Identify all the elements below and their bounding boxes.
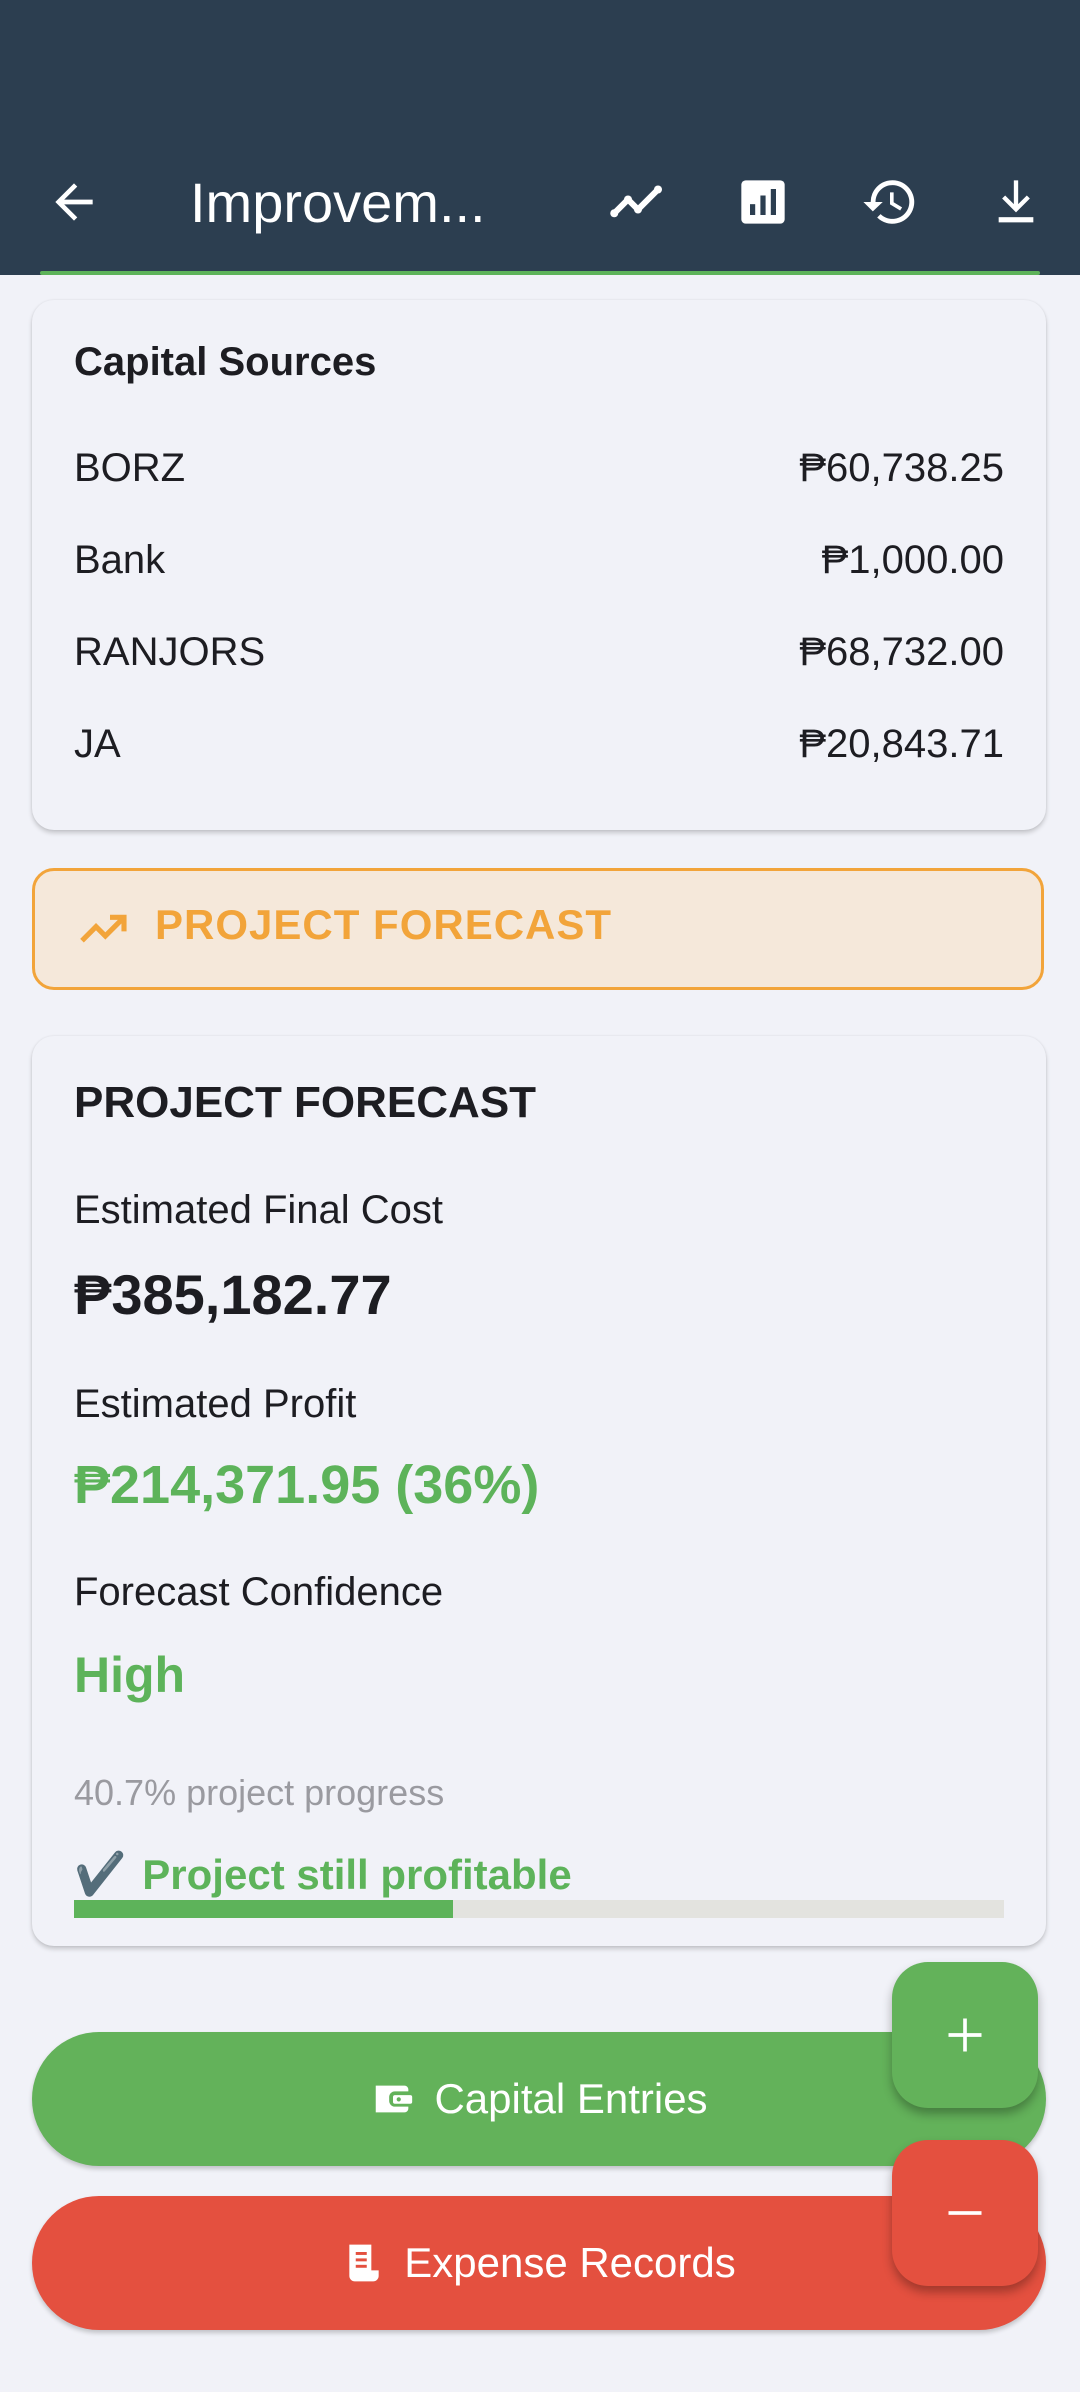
trending-up-icon	[75, 901, 131, 957]
page-title: Improvem...	[190, 171, 486, 234]
receipt-icon	[342, 2241, 386, 2285]
minus-icon	[943, 2191, 987, 2235]
wallet-icon	[370, 2076, 416, 2122]
capital-source-amount: ₱20,843.71	[799, 721, 1004, 766]
add-entry-fab[interactable]	[892, 1962, 1038, 2108]
project-progress-fill	[74, 1900, 453, 1918]
capital-source-name: JA	[74, 721, 121, 766]
capital-source-row: BORZ ₱60,738.25	[74, 438, 1004, 498]
profit-value: ₱214,371.95 (36%)	[74, 1455, 540, 1515]
checkmark-icon: ✔️	[74, 1850, 127, 1897]
capital-source-amount: ₱1,000.00	[821, 537, 1004, 582]
capital-source-amount: ₱68,732.00	[799, 629, 1004, 674]
back-arrow-icon[interactable]	[42, 170, 106, 234]
capital-source-row: Bank ₱1,000.00	[74, 530, 1004, 590]
project-forecast-banner-label: PROJECT FORECAST	[155, 901, 613, 948]
capital-entries-label: Capital Entries	[434, 2075, 708, 2122]
capital-source-row: RANJORS ₱68,732.00	[74, 622, 1004, 682]
final-cost-value: ₱385,182.77	[74, 1263, 392, 1326]
bar-chart-icon[interactable]	[731, 170, 795, 234]
project-progress-bar	[74, 1900, 1004, 1918]
capital-source-name: RANJORS	[74, 629, 266, 674]
add-expense-fab[interactable]	[892, 2140, 1038, 2286]
profitability-status-text: Project still profitable	[142, 1850, 572, 1898]
profit-label: Estimated Profit	[74, 1382, 357, 1426]
expense-records-label: Expense Records	[404, 2239, 736, 2286]
trending-line-icon[interactable]	[606, 170, 670, 234]
confidence-label: Forecast Confidence	[74, 1570, 444, 1614]
app-bar: Improvem...	[0, 0, 1080, 275]
project-forecast-card: PROJECT FORECAST Estimated Final Cost ₱3…	[32, 1036, 1046, 1946]
confidence-value: High	[74, 1647, 186, 1703]
history-icon[interactable]	[858, 170, 922, 234]
capital-source-amount: ₱60,738.25	[799, 445, 1004, 490]
download-icon[interactable]	[984, 170, 1048, 234]
final-cost-label: Estimated Final Cost	[74, 1188, 444, 1232]
project-forecast-toggle[interactable]: PROJECT FORECAST	[32, 868, 1044, 990]
capital-source-row: JA ₱20,843.71	[74, 714, 1004, 774]
progress-text: 40.7% project progress	[74, 1772, 445, 1813]
capital-source-name: BORZ	[74, 445, 186, 490]
capital-sources-card: Capital Sources BORZ ₱60,738.25 Bank ₱1,…	[32, 300, 1046, 830]
profitability-status: ✔️ Project still profitable	[74, 1850, 572, 1899]
capital-sources-title: Capital Sources	[74, 340, 377, 384]
plus-icon	[943, 2013, 987, 2057]
capital-source-name: Bank	[74, 537, 166, 582]
forecast-card-title: PROJECT FORECAST	[74, 1078, 537, 1127]
section-accent-line	[40, 271, 1040, 275]
